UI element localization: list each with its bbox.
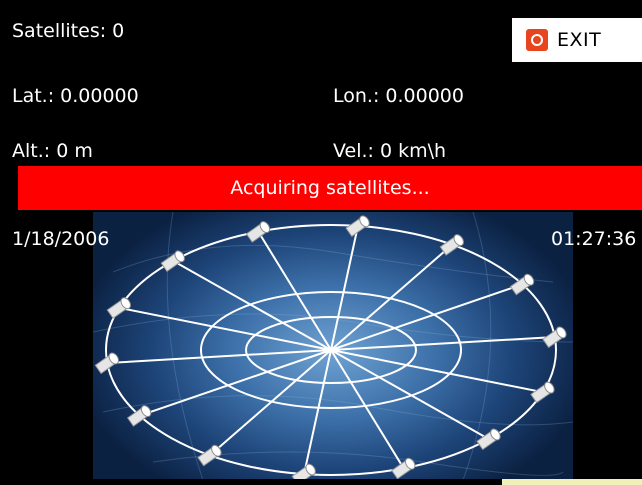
altitude-readout: Alt.: 0 m xyxy=(12,140,93,162)
satellite-icon xyxy=(391,457,416,480)
status-bar: Acquiring satellites... xyxy=(18,166,642,210)
earth-texture xyxy=(93,212,573,480)
satellite-icon xyxy=(291,463,316,480)
azimuth-spoke xyxy=(257,231,332,351)
time-readout: 01:27:36 xyxy=(551,228,637,250)
azimuth-spoke xyxy=(209,349,332,457)
exit-button[interactable]: EXIT xyxy=(512,18,642,62)
azimuth-spoke xyxy=(330,349,405,469)
exit-label: EXIT xyxy=(557,29,602,51)
date-readout: 1/18/2006 xyxy=(12,228,110,250)
longitude-readout: Lon.: 0.00000 xyxy=(333,85,464,107)
status-text: Acquiring satellites... xyxy=(230,177,430,199)
satellite-icon xyxy=(530,381,555,404)
bottom-strip xyxy=(0,479,642,485)
velocity-readout: Vel.: 0 km\h xyxy=(333,140,447,162)
satellite-icon xyxy=(476,428,501,451)
latitude-readout: Lat.: 0.00000 xyxy=(12,85,139,107)
satellite-icon xyxy=(245,221,271,243)
satellites-count: Satellites: 0 xyxy=(12,20,125,42)
satellite-icon xyxy=(94,352,120,375)
power-icon xyxy=(526,29,548,51)
gps-screen: Satellites: 0 EXIT Lat.: 0.00000 Lon.: 0… xyxy=(0,0,642,485)
azimuth-spoke xyxy=(330,349,543,394)
satellite-icon xyxy=(160,250,185,273)
azimuth-spoke xyxy=(330,243,453,351)
satellite-icon xyxy=(106,297,132,319)
satellite-icon xyxy=(345,215,370,238)
satellite-icon xyxy=(439,234,464,256)
sky-view-graphic xyxy=(93,212,573,480)
sky-view xyxy=(93,212,573,480)
